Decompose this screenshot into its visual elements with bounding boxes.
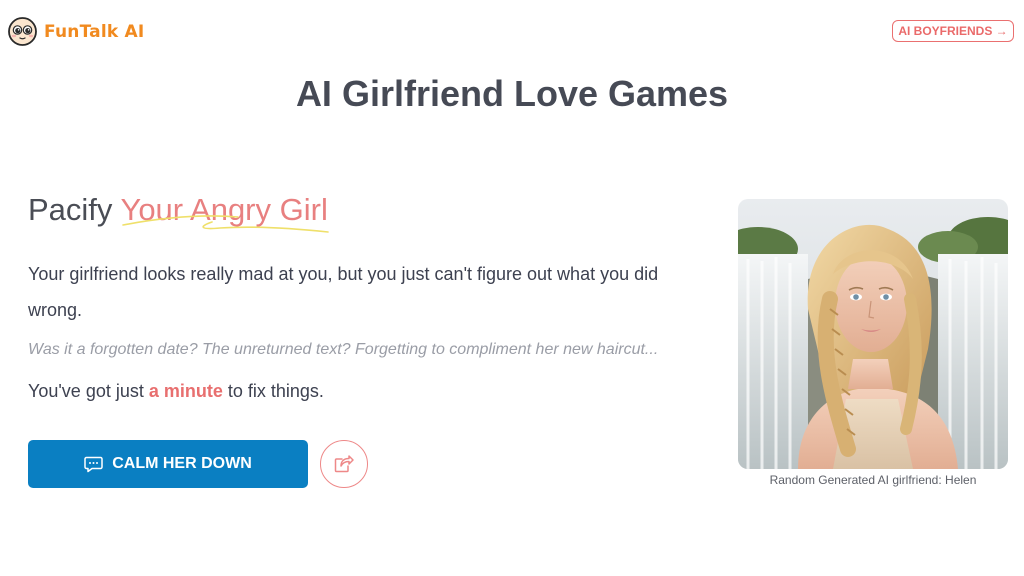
portrait-caption: Random Generated AI girlfriend: Helen (769, 473, 977, 487)
girlfriend-portrait-image (738, 199, 1008, 469)
share-icon (333, 452, 355, 477)
chat-bubble-icon (84, 456, 103, 473)
game-deadline: You've got just a minute to fix things. (28, 381, 324, 402)
share-button[interactable] (320, 440, 368, 488)
logo-text: FunTalk AI (44, 21, 145, 42)
logo[interactable]: FunTalk AI (8, 17, 144, 46)
game-intro: Your girlfriend looks really mad at you,… (28, 264, 659, 320)
game-heading-prefix: Pacify (28, 192, 121, 227)
emoji-face-icon (8, 17, 37, 46)
header: FunTalk AI AI BOYFRIENDS → (0, 0, 1024, 64)
cta-label: CALM HER DOWN (112, 455, 252, 472)
ai-boyfriends-button[interactable]: AI BOYFRIENDS → (892, 20, 1014, 42)
deadline-prefix: You've got just (28, 381, 149, 401)
highlight-underline (122, 215, 329, 233)
calm-her-down-button[interactable]: CALM HER DOWN (28, 440, 308, 488)
deadline-suffix: to fix things. (222, 381, 324, 401)
game-hint: Was it a forgotten date? The unreturned … (28, 341, 659, 358)
page-title: AI Girlfriend Love Games (295, 73, 729, 114)
deadline-emphasis: a minute (148, 381, 223, 401)
